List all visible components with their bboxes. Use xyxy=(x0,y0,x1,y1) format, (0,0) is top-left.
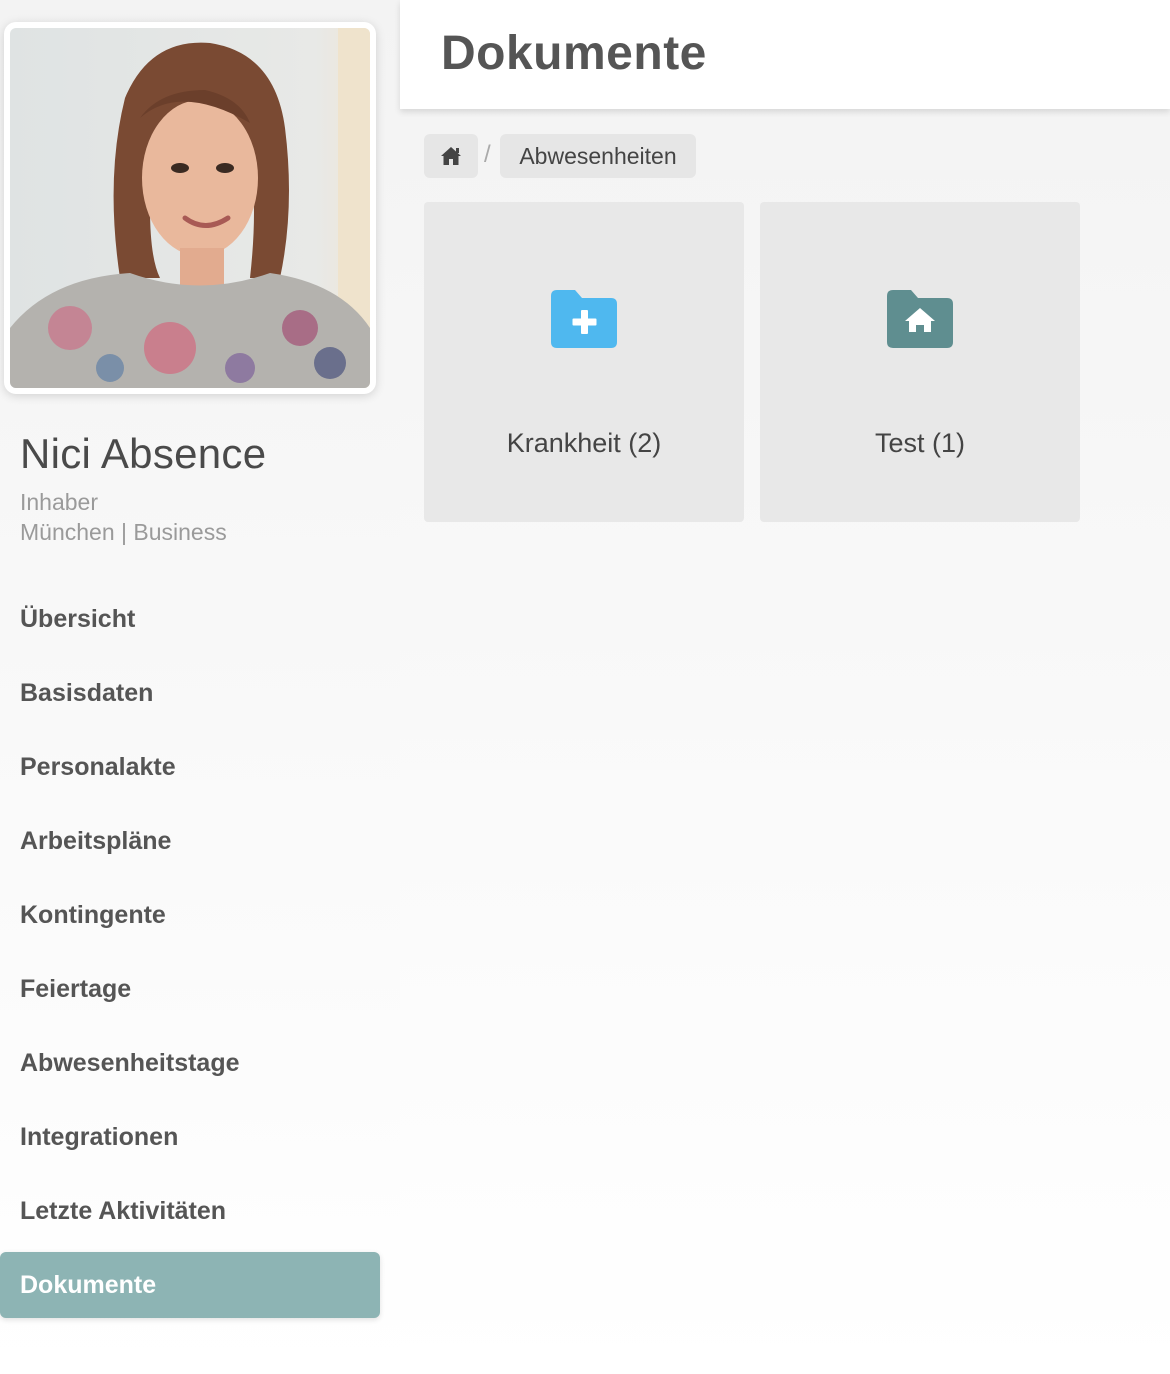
nav-item-uebersicht[interactable]: Übersicht xyxy=(0,582,380,656)
nav-item-abwesenheitstage[interactable]: Abwesenheitstage xyxy=(0,1026,380,1100)
profile-name: Nici Absence xyxy=(20,430,267,477)
page-title: Dokumente xyxy=(441,27,707,80)
profile-photo xyxy=(10,28,370,388)
folder-label: Test (1) xyxy=(874,428,966,458)
breadcrumb-separator: / xyxy=(484,141,491,168)
page-header: Dokumente xyxy=(400,0,1170,109)
home-icon xyxy=(441,147,461,165)
folder-label: Krankheit (2) xyxy=(506,428,662,458)
sidebar-nav: Übersicht Basisdaten Personalakte Arbeit… xyxy=(0,582,400,1318)
nav-item-basisdaten[interactable]: Basisdaten xyxy=(0,656,380,730)
nav-item-letzte-aktivitaeten[interactable]: Letzte Aktivitäten xyxy=(0,1174,380,1248)
nav-item-dokumente[interactable]: Dokumente xyxy=(0,1252,380,1318)
folder-plus-icon xyxy=(551,290,617,348)
nav-item-feiertage[interactable]: Feiertage xyxy=(0,952,380,1026)
profile-role: Inhaber xyxy=(20,489,99,515)
profile-photo-frame xyxy=(4,22,376,394)
folder-card-test[interactable]: Test (1) xyxy=(760,202,1080,522)
breadcrumb-current[interactable]: Abwesenheiten xyxy=(500,134,696,178)
folder-card-krankheit[interactable]: Krankheit (2) xyxy=(424,202,744,522)
breadcrumb-home[interactable] xyxy=(424,134,478,178)
nav-item-arbeitsplaene[interactable]: Arbeitspläne xyxy=(0,804,380,878)
profile-location: München | Business xyxy=(20,519,227,545)
sidebar: Nici Absence Inhaber München | Business … xyxy=(0,0,400,1374)
folder-home-icon xyxy=(887,290,953,348)
main-content: Dokumente / Abwesenheiten Krankheit (2) … xyxy=(400,0,1170,1374)
nav-item-personalakte[interactable]: Personalakte xyxy=(0,730,380,804)
nav-item-integrationen[interactable]: Integrationen xyxy=(0,1100,380,1174)
nav-item-kontingente[interactable]: Kontingente xyxy=(0,878,380,952)
